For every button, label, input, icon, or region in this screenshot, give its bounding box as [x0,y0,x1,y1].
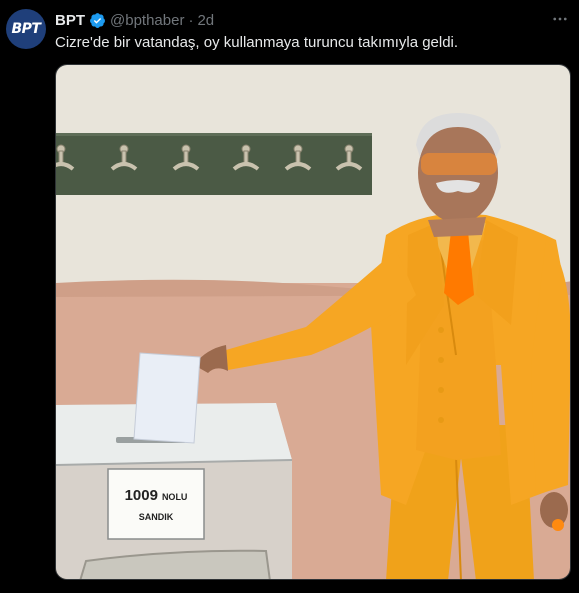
ballot-box-label: 1009 NOLU SANDIK [108,469,204,539]
coat-hook-rail [56,133,372,195]
display-name[interactable]: BPT [55,12,85,29]
verified-badge-icon [90,12,105,28]
timestamp[interactable]: 2d [197,12,214,29]
avatar[interactable]: BPT [6,9,46,49]
avatar-logo-text: BPT [11,21,41,37]
tweet-text: Cizre'de bir vatandaş, oy kullanmaya tur… [55,34,459,51]
tweet-header: BPT @bpthaber · 2d [55,10,214,30]
tweet-photo[interactable]: 1009 NOLU SANDIK [55,64,571,580]
tweet[interactable]: BPT BPT @bpthaber · 2d Cizre'de bir vata… [0,0,579,593]
handle[interactable]: @bpthaber [110,12,184,29]
ballot-box-suffix: NOLU [161,491,188,502]
ballot-box-word: SANDIK [138,511,174,522]
more-options-icon[interactable] [549,8,571,30]
separator-dot: · [188,11,194,29]
ballot-box-number: 1009 [124,486,158,504]
more-dots-glyph [553,17,567,21]
